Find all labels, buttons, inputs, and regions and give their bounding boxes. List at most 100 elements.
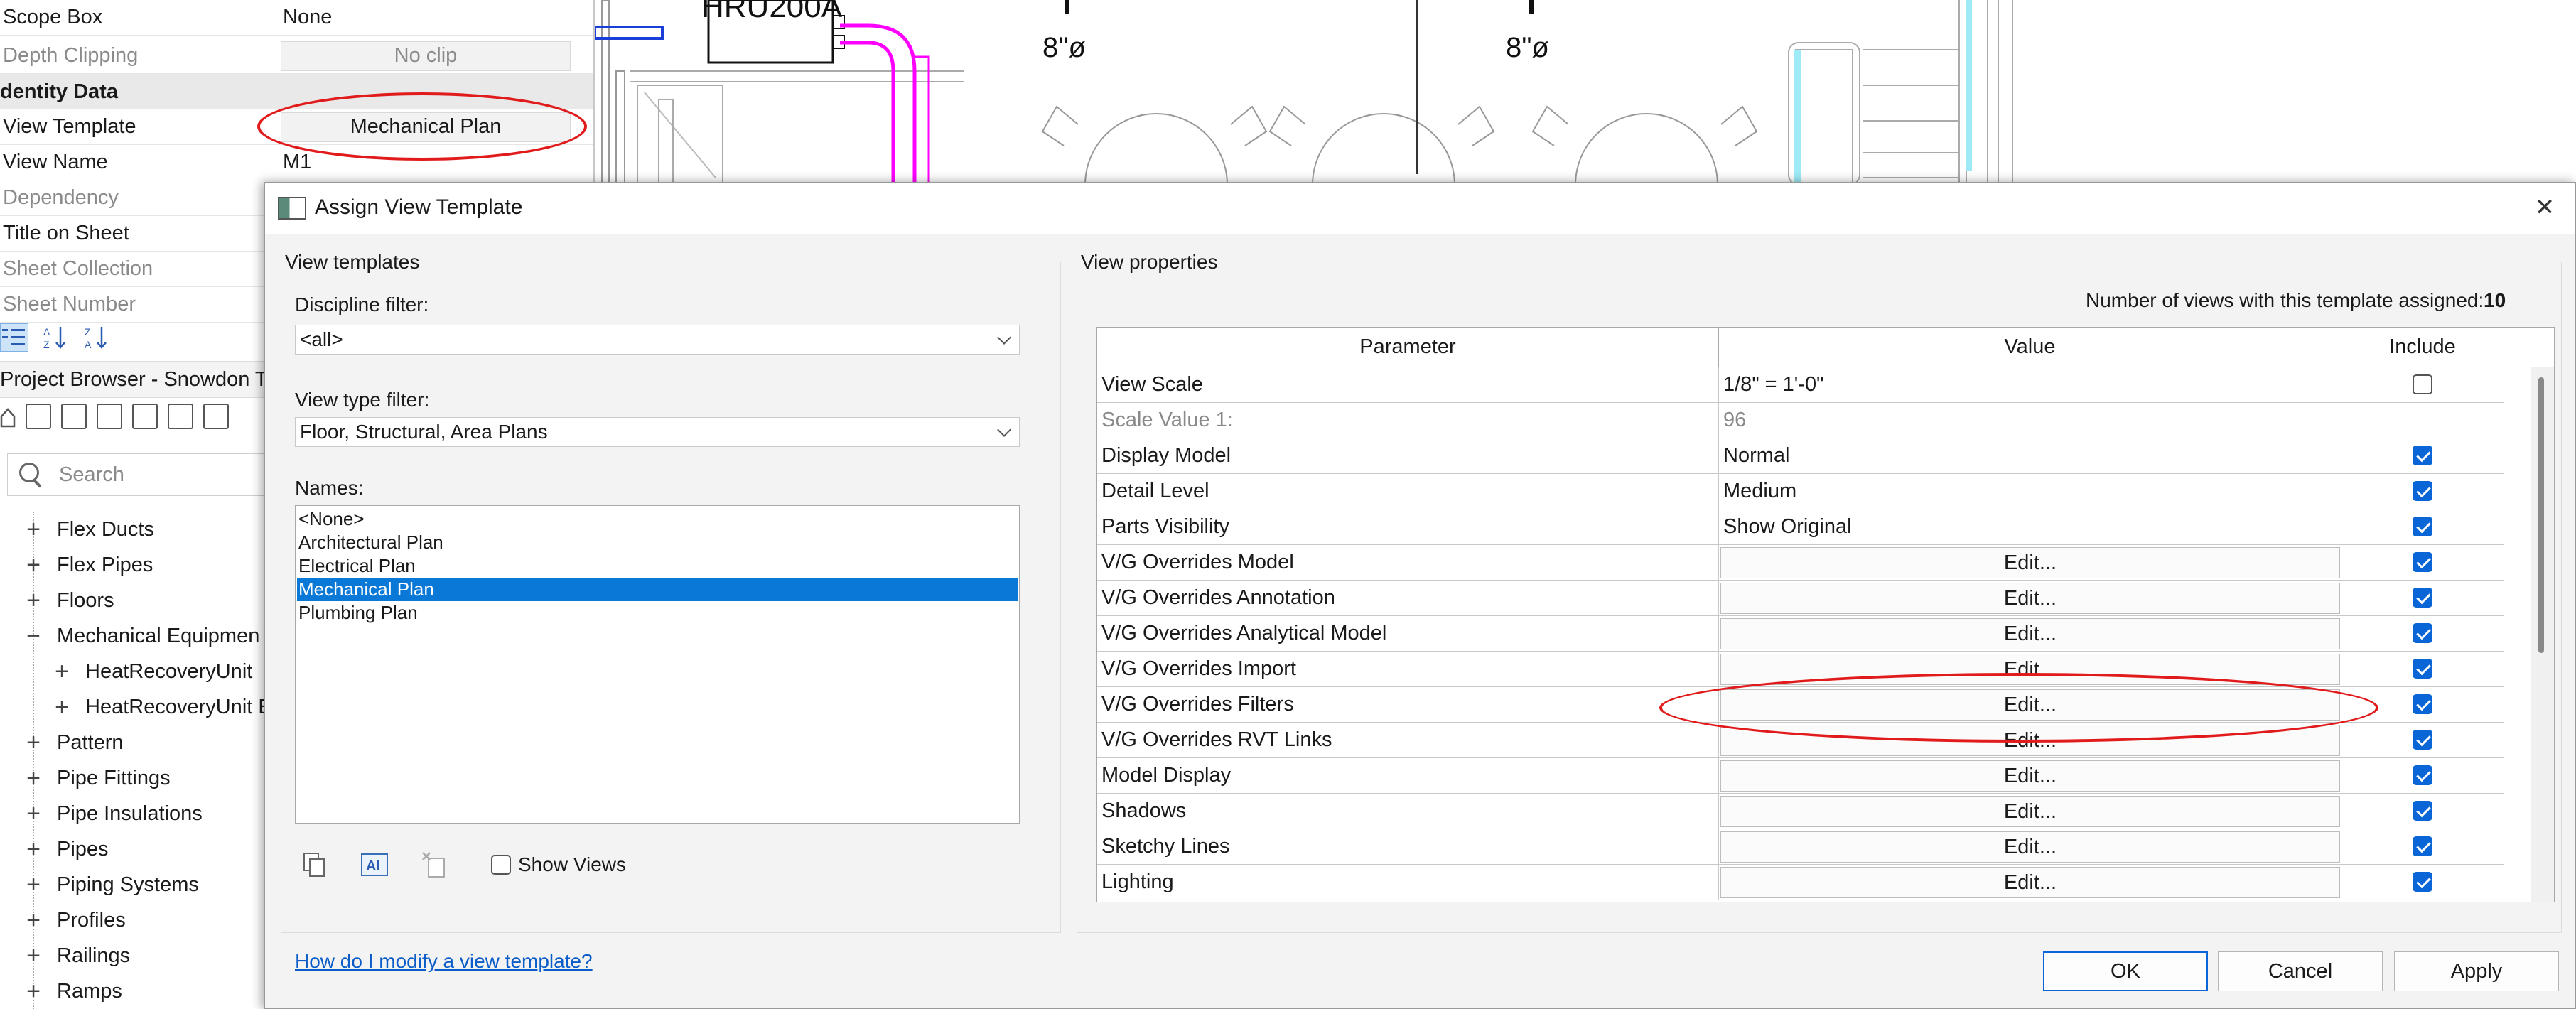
list-item[interactable]: Plumbing Plan: [297, 601, 1018, 625]
list-item-selected[interactable]: Mechanical Plan: [297, 578, 1018, 601]
drawing-canvas[interactable]: HRU200A 8"ø 8"ø: [593, 0, 2576, 185]
tree-item[interactable]: + Ramps: [23, 973, 122, 1009]
column-header-parameter[interactable]: Parameter: [1097, 328, 1719, 367]
tag-icon[interactable]: [132, 404, 158, 429]
table-row[interactable]: V/G Overrides Filters Edit...: [1097, 687, 2533, 723]
names-listbox[interactable]: <None> Architectural Plan Electrical Pla…: [295, 505, 1020, 824]
sort-categorized-icon[interactable]: [0, 323, 28, 352]
include-checkbox[interactable]: [2413, 481, 2432, 501]
table-row[interactable]: Display Model Normal: [1097, 438, 2533, 474]
include-checkbox[interactable]: [2413, 552, 2432, 572]
rename-icon[interactable]: AI: [360, 851, 389, 879]
prop-row-depth-clipping[interactable]: Depth Clipping No clip: [0, 38, 593, 74]
value-cell[interactable]: Show Original: [1719, 509, 2341, 545]
zoom-fit-icon[interactable]: [26, 404, 51, 429]
tree-item[interactable]: + Floors: [23, 583, 114, 618]
edit-button[interactable]: Edit...: [1720, 760, 2340, 792]
tree-item[interactable]: + Flex Ducts: [23, 512, 154, 547]
list-item[interactable]: Architectural Plan: [297, 531, 1018, 554]
discipline-filter-select[interactable]: <all>: [295, 325, 1020, 355]
edit-button[interactable]: Edit...: [1720, 689, 2340, 721]
list-item[interactable]: <None>: [297, 507, 1018, 531]
table-scrollbar[interactable]: [2531, 367, 2554, 902]
column-header-include[interactable]: Include: [2341, 328, 2504, 367]
expand-icon[interactable]: +: [23, 836, 44, 863]
tree-item[interactable]: + Flex Pipes: [23, 547, 153, 583]
section-identity-data[interactable]: dentity Data: [0, 74, 593, 109]
dialog-title-bar[interactable]: Assign View Template ✕: [265, 183, 2575, 234]
table-row[interactable]: Shadows Edit...: [1097, 794, 2533, 829]
include-checkbox[interactable]: [2413, 623, 2432, 643]
include-checkbox[interactable]: [2413, 659, 2432, 679]
tree-item[interactable]: + HeatRecoveryUnit E: [51, 689, 264, 725]
help-link[interactable]: How do I modify a view template?: [295, 950, 593, 973]
edit-button[interactable]: Edit...: [1720, 583, 2340, 614]
tree-item[interactable]: + Railings: [23, 938, 130, 973]
tree-item[interactable]: + Pipe Insulations: [23, 796, 203, 831]
edit-button[interactable]: Edit...: [1720, 618, 2340, 649]
expand-icon[interactable]: +: [23, 800, 44, 828]
expand-icon[interactable]: +: [23, 907, 44, 934]
expand-icon[interactable]: +: [23, 765, 44, 792]
tree-item[interactable]: + Profiles: [23, 902, 126, 938]
cancel-button[interactable]: Cancel: [2218, 951, 2383, 991]
table-row[interactable]: View Scale 1/8" = 1'-0": [1097, 367, 2533, 403]
ok-button[interactable]: OK: [2043, 951, 2208, 991]
include-checkbox[interactable]: [2413, 730, 2432, 750]
include-checkbox[interactable]: [2413, 801, 2432, 821]
table-row[interactable]: V/G Overrides Model Edit...: [1097, 545, 2533, 581]
tree-item[interactable]: + Pattern: [23, 725, 123, 760]
scrollbar-thumb[interactable]: [2538, 377, 2544, 653]
edit-button[interactable]: Edit...: [1720, 796, 2340, 827]
view-template-button[interactable]: Mechanical Plan: [281, 112, 571, 142]
include-checkbox[interactable]: [2413, 872, 2432, 892]
table-row[interactable]: Parts Visibility Show Original: [1097, 509, 2533, 545]
tree-item[interactable]: + Pipes: [23, 831, 108, 867]
expand-icon[interactable]: +: [23, 942, 44, 970]
sort-az-icon[interactable]: AZ: [41, 323, 70, 352]
table-row[interactable]: Lighting Edit...: [1097, 865, 2533, 900]
expand-icon[interactable]: +: [23, 871, 44, 899]
prop-row-view-name[interactable]: View Name M1: [0, 145, 593, 180]
value-cell[interactable]: Medium: [1719, 474, 2341, 509]
prop-row-scope-box[interactable]: Scope Box None: [0, 0, 593, 36]
include-checkbox[interactable]: [2413, 374, 2432, 394]
apply-button[interactable]: Apply: [2394, 951, 2559, 991]
table-row[interactable]: Detail Level Medium: [1097, 474, 2533, 509]
delete-icon[interactable]: [420, 851, 448, 879]
expand-icon[interactable]: +: [23, 587, 44, 615]
table-row[interactable]: V/G Overrides Annotation Edit...: [1097, 581, 2533, 616]
tree-item[interactable]: + Piping Systems: [23, 867, 199, 902]
grid-view-icon[interactable]: [61, 404, 87, 429]
sort-za-icon[interactable]: ZA: [82, 323, 111, 352]
prop-value[interactable]: M1: [283, 151, 311, 174]
prop-row-view-template[interactable]: View Template Mechanical Plan: [0, 109, 593, 145]
table-row[interactable]: V/G Overrides Import Edit...: [1097, 652, 2533, 687]
edit-button[interactable]: Edit...: [1720, 654, 2340, 685]
table-row[interactable]: Model Display Edit...: [1097, 758, 2533, 794]
view-type-filter-select[interactable]: Floor, Structural, Area Plans: [295, 417, 1020, 447]
edit-button[interactable]: Edit...: [1720, 831, 2340, 863]
include-checkbox[interactable]: [2413, 588, 2432, 608]
table-row[interactable]: V/G Overrides RVT Links Edit...: [1097, 723, 2533, 758]
edit-button[interactable]: Edit...: [1720, 867, 2340, 898]
table-row[interactable]: Sketchy Lines Edit...: [1097, 829, 2533, 865]
table-row[interactable]: V/G Overrides Analytical Model Edit...: [1097, 616, 2533, 652]
table-icon[interactable]: [97, 404, 122, 429]
list-item[interactable]: Electrical Plan: [297, 554, 1018, 578]
show-views-checkbox[interactable]: [491, 855, 511, 875]
include-checkbox[interactable]: [2413, 446, 2432, 465]
expand-icon[interactable]: +: [23, 978, 44, 1005]
home-icon[interactable]: [0, 404, 16, 429]
value-cell[interactable]: 1/8" = 1'-0": [1719, 367, 2341, 403]
tree-item[interactable]: + Pipe Fittings: [23, 760, 171, 796]
column-header-value[interactable]: Value: [1719, 328, 2341, 367]
sheet-icon[interactable]: [203, 404, 229, 429]
expand-icon[interactable]: +: [23, 729, 44, 757]
duplicate-icon[interactable]: [301, 851, 329, 879]
expand-icon[interactable]: +: [23, 516, 44, 544]
close-icon[interactable]: ✕: [2528, 191, 2561, 224]
expand-icon[interactable]: +: [51, 658, 72, 686]
edit-button[interactable]: Edit...: [1720, 547, 2340, 578]
include-checkbox[interactable]: [2413, 836, 2432, 856]
